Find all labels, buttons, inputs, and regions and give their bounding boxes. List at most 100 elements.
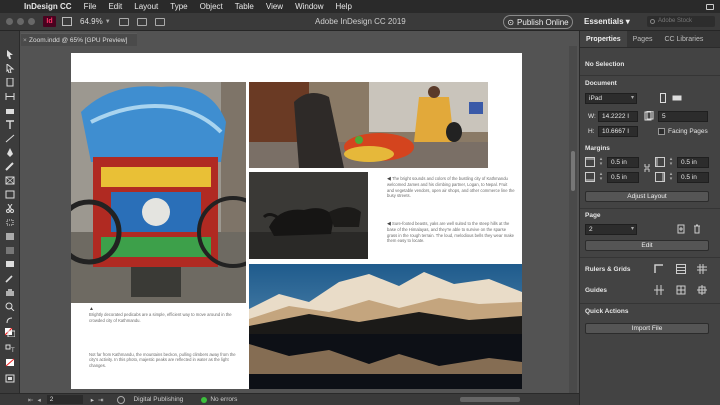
mountains-caption[interactable]: Not far from Kathmandu, the mountains be… [89, 352, 241, 368]
margin-top-stepper[interactable]: ▴ ▾ [597, 157, 605, 167]
zoom-tool-icon[interactable] [5, 302, 15, 311]
margin-bottom-field[interactable]: 0.5 in [607, 172, 639, 183]
pedicab-photo[interactable] [71, 82, 246, 303]
screen-mode-tool-icon[interactable] [5, 374, 15, 383]
type-tool-icon[interactable] [5, 120, 15, 129]
market-caption[interactable]: ◀ The bright sounds and colors of the bu… [387, 176, 515, 199]
swap-colors-icon[interactable] [5, 316, 15, 325]
preflight-status[interactable]: No errors [201, 396, 237, 403]
menu-object[interactable]: Object [194, 2, 229, 11]
document-canvas[interactable]: ▲ Brightly decorated pedicabs are a simp… [21, 46, 569, 393]
content-collector-icon[interactable] [5, 106, 15, 115]
arrange-documents-icon[interactable] [154, 17, 165, 26]
landscape-orientation-icon[interactable] [672, 93, 682, 103]
preflight-profile[interactable]: Digital Publishing [133, 396, 183, 403]
height-field[interactable]: 10.6667 I [598, 126, 638, 137]
line-tool-icon[interactable] [5, 134, 15, 143]
first-page-icon[interactable]: ⇤ [28, 396, 33, 404]
tab-cc-libraries[interactable]: CC Libraries [658, 31, 709, 47]
last-page-icon[interactable]: ⇥ [98, 396, 103, 404]
edit-page-button[interactable]: Edit [585, 240, 709, 251]
facing-pages-checkbox[interactable] [658, 128, 665, 135]
document-page[interactable]: ▲ Brightly decorated pedicabs are a simp… [71, 53, 522, 389]
lock-guides-icon[interactable] [676, 285, 686, 295]
import-file-button[interactable]: Import File [585, 323, 709, 334]
pen-tool-icon[interactable] [5, 148, 15, 157]
zoom-level[interactable]: 64.9% [80, 17, 103, 26]
gradient-swatch-tool-icon[interactable] [5, 232, 15, 241]
next-page-icon[interactable]: ▸ [91, 396, 94, 404]
margin-left-field[interactable]: 0.5 in [677, 157, 709, 168]
gap-tool-icon[interactable] [5, 92, 15, 101]
menu-type[interactable]: Type [164, 2, 193, 11]
pages-count-field[interactable]: 5 [658, 111, 708, 122]
width-field[interactable]: 14.2222 I [598, 111, 638, 122]
zoom-dropdown-icon[interactable]: ▼ [105, 19, 111, 25]
menu-layout[interactable]: Layout [128, 2, 164, 11]
menu-file[interactable]: File [78, 2, 103, 11]
adjust-layout-button[interactable]: Adjust Layout [585, 191, 709, 202]
hand-tool-icon[interactable] [5, 288, 15, 297]
note-tool-icon[interactable] [5, 260, 15, 269]
formatting-affects-container-icon[interactable]: T [5, 344, 15, 353]
tab-properties[interactable]: Properties [580, 31, 627, 47]
open-page-icon[interactable] [117, 395, 126, 404]
yaks-caption[interactable]: ◀ Sure-footed beasts, yaks are well suit… [387, 221, 515, 244]
document-tab[interactable]: × Zoom.indd @ 65% [GPU Preview] [21, 33, 137, 46]
bridge-icon[interactable] [62, 17, 72, 26]
margin-right-field[interactable]: 0.5 in [677, 172, 709, 183]
view-options-icon[interactable] [118, 17, 129, 26]
minimize-window-icon[interactable] [17, 18, 24, 25]
menu-edit[interactable]: Edit [102, 2, 128, 11]
margin-top-field[interactable]: 0.5 in [607, 157, 639, 168]
menu-app-name[interactable]: InDesign CC [18, 2, 78, 11]
rectangle-tool-icon[interactable] [5, 190, 15, 199]
vertical-scrollbar[interactable] [569, 46, 577, 393]
cloud-icon[interactable] [706, 3, 714, 10]
pencil-tool-icon[interactable] [5, 162, 15, 171]
margin-right-stepper[interactable]: ▴ ▾ [667, 172, 675, 182]
gradient-feather-tool-icon[interactable] [5, 246, 15, 255]
previous-page-icon[interactable]: ◂ [37, 396, 40, 404]
workspace-switcher[interactable]: Essentials ▾ [584, 17, 630, 26]
fill-stroke-icon[interactable] [5, 328, 15, 337]
page-number-field[interactable]: 2 [46, 395, 83, 404]
link-margins-icon[interactable] [642, 163, 652, 173]
rectangle-frame-tool-icon[interactable] [5, 176, 15, 185]
margin-bottom-stepper[interactable]: ▴ ▾ [597, 172, 605, 182]
document-grid-icon[interactable] [697, 264, 707, 274]
publish-online-button[interactable]: ⊙ Publish Online [503, 15, 573, 29]
scissors-tool-icon[interactable] [5, 204, 15, 213]
show-guides-icon[interactable] [654, 285, 664, 295]
delete-page-icon[interactable] [692, 224, 702, 234]
screen-mode-icon[interactable] [136, 17, 147, 26]
direct-selection-tool-icon[interactable] [5, 64, 15, 73]
mountains-photo[interactable] [249, 264, 522, 389]
smart-guides-icon[interactable] [697, 285, 707, 295]
pedicab-caption[interactable]: ▲ Brightly decorated pedicabs are a simp… [89, 306, 239, 323]
page-tool-icon[interactable] [5, 78, 15, 87]
apply-none-icon[interactable] [5, 358, 15, 367]
menu-window[interactable]: Window [289, 2, 329, 11]
page-select[interactable]: 2 [585, 224, 637, 235]
zoom-window-icon[interactable] [28, 18, 35, 25]
menu-help[interactable]: Help [330, 2, 358, 11]
close-window-icon[interactable] [6, 18, 13, 25]
selection-tool-icon[interactable] [5, 50, 15, 59]
document-preset-select[interactable]: iPad [585, 93, 637, 104]
menu-table[interactable]: Table [229, 2, 260, 11]
eyedropper-tool-icon[interactable] [5, 274, 15, 283]
free-transform-tool-icon[interactable] [5, 218, 15, 227]
horizontal-scrollbar[interactable] [460, 397, 520, 402]
scroll-thumb[interactable] [571, 151, 575, 191]
market-photo[interactable] [249, 82, 488, 168]
portrait-orientation-icon[interactable] [658, 93, 668, 103]
adobe-stock-search[interactable]: Adobe Stock [647, 16, 715, 27]
yaks-photo[interactable] [249, 172, 368, 259]
new-page-icon[interactable] [676, 224, 686, 234]
baseline-grid-icon[interactable] [676, 264, 686, 274]
ruler-icon[interactable] [654, 264, 664, 274]
margin-left-stepper[interactable]: ▴ ▾ [667, 157, 675, 167]
tab-pages[interactable]: Pages [627, 31, 659, 47]
menu-view[interactable]: View [260, 2, 289, 11]
